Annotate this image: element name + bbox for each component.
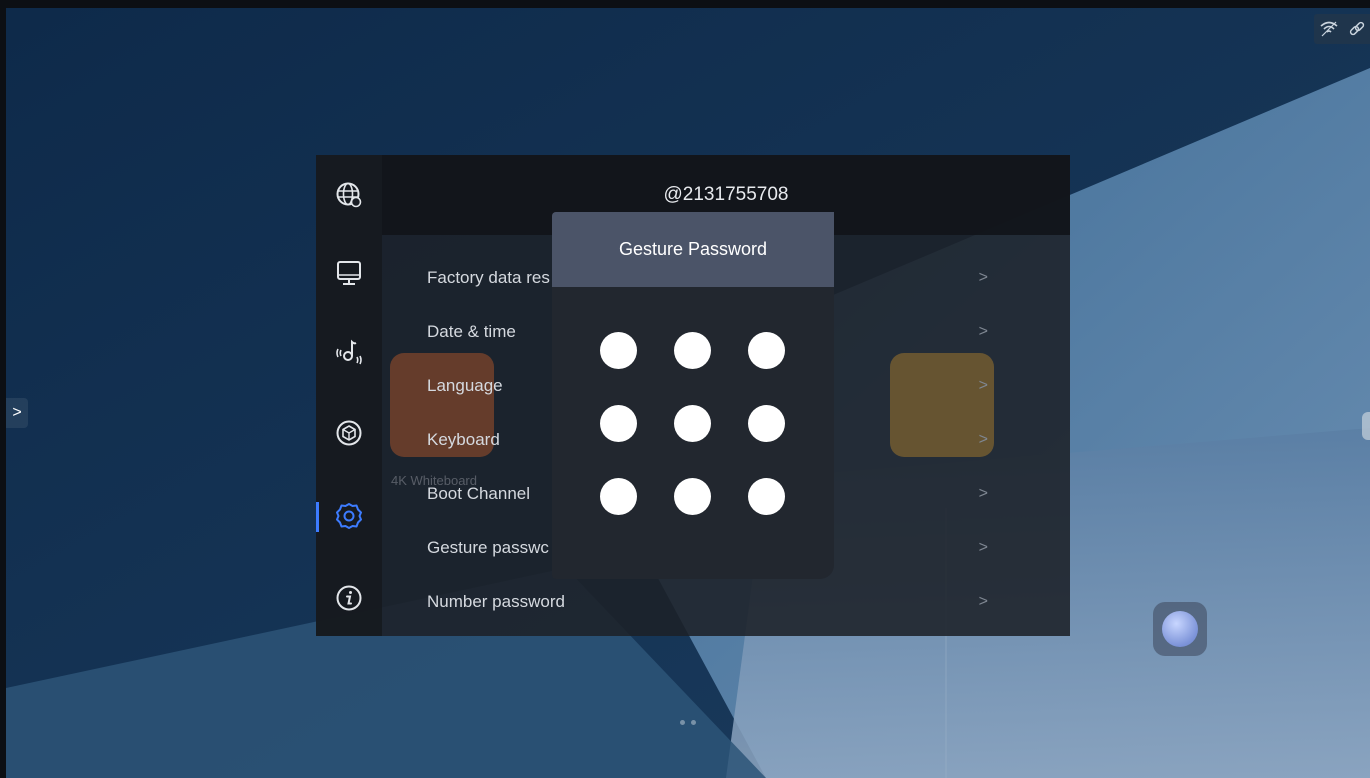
menu-item-number-password[interactable]: Number password >	[382, 575, 1070, 629]
screen-border-top	[0, 0, 1370, 8]
gesture-dot-4[interactable]	[600, 405, 637, 442]
desktop-screen: > 4K Whiteboard @2131755708 Factory data…	[0, 0, 1370, 778]
gesture-dot-grid[interactable]	[582, 315, 822, 515]
chevron-right-icon: >	[978, 539, 988, 556]
gesture-dot-2[interactable]	[674, 332, 711, 369]
gesture-password-dialog: Gesture Password	[552, 212, 834, 579]
side-drawer-handle-right[interactable]	[1362, 412, 1370, 440]
screen-border-left	[0, 0, 6, 778]
page-indicator	[680, 720, 696, 725]
floating-assistive-ball[interactable]	[1153, 602, 1207, 656]
gesture-dot-7[interactable]	[600, 478, 637, 515]
settings-sidebar	[316, 155, 382, 636]
settings-gear-icon	[336, 503, 362, 529]
status-bar	[1314, 14, 1370, 44]
wifi-icon[interactable]	[1319, 20, 1339, 38]
menu-item-label: Number password	[427, 592, 565, 611]
menu-item-label: Keyboard	[427, 430, 500, 449]
sidebar-item-display[interactable]	[316, 245, 382, 301]
gesture-dot-1[interactable]	[600, 332, 637, 369]
audio-icon	[336, 339, 362, 365]
monitor-icon	[337, 261, 361, 285]
chevron-right-icon: >	[978, 593, 988, 610]
menu-item-label: Gesture passwc	[427, 538, 549, 557]
page-dot[interactable]	[680, 720, 685, 725]
menu-item-label: Language	[427, 376, 503, 395]
menu-item-label: Factory data res	[427, 268, 550, 287]
gesture-dot-8[interactable]	[674, 478, 711, 515]
cube-icon	[336, 420, 362, 446]
sidebar-item-about[interactable]	[316, 570, 382, 626]
chevron-right-icon: >	[978, 485, 988, 502]
floating-ball-dot	[1162, 611, 1198, 647]
globe-settings-icon	[336, 182, 362, 208]
info-icon	[336, 585, 362, 611]
chevron-right-icon: >	[978, 377, 988, 394]
menu-item-label: Date & time	[427, 322, 516, 341]
sidebar-item-system[interactable]	[316, 488, 382, 544]
settings-header-title: @2131755708	[663, 184, 789, 205]
chevron-right-icon: >	[978, 431, 988, 448]
gesture-dot-5[interactable]	[674, 405, 711, 442]
sidebar-item-audio[interactable]	[316, 323, 382, 379]
dialog-title: Gesture Password	[618, 239, 768, 259]
link-icon[interactable]	[1348, 20, 1366, 38]
side-drawer-arrow-left[interactable]: >	[6, 398, 28, 428]
gesture-dot-6[interactable]	[748, 405, 785, 442]
chevron-right-icon: >	[978, 323, 988, 340]
sidebar-item-apps[interactable]	[316, 405, 382, 461]
gesture-dot-9[interactable]	[748, 478, 785, 515]
chevron-right-icon: >	[978, 269, 988, 286]
dialog-title-bar: Gesture Password	[552, 212, 834, 287]
sidebar-item-network[interactable]	[316, 167, 382, 223]
gesture-dot-3[interactable]	[748, 332, 785, 369]
menu-item-label: Boot Channel	[427, 484, 531, 503]
page-dot[interactable]	[691, 720, 696, 725]
